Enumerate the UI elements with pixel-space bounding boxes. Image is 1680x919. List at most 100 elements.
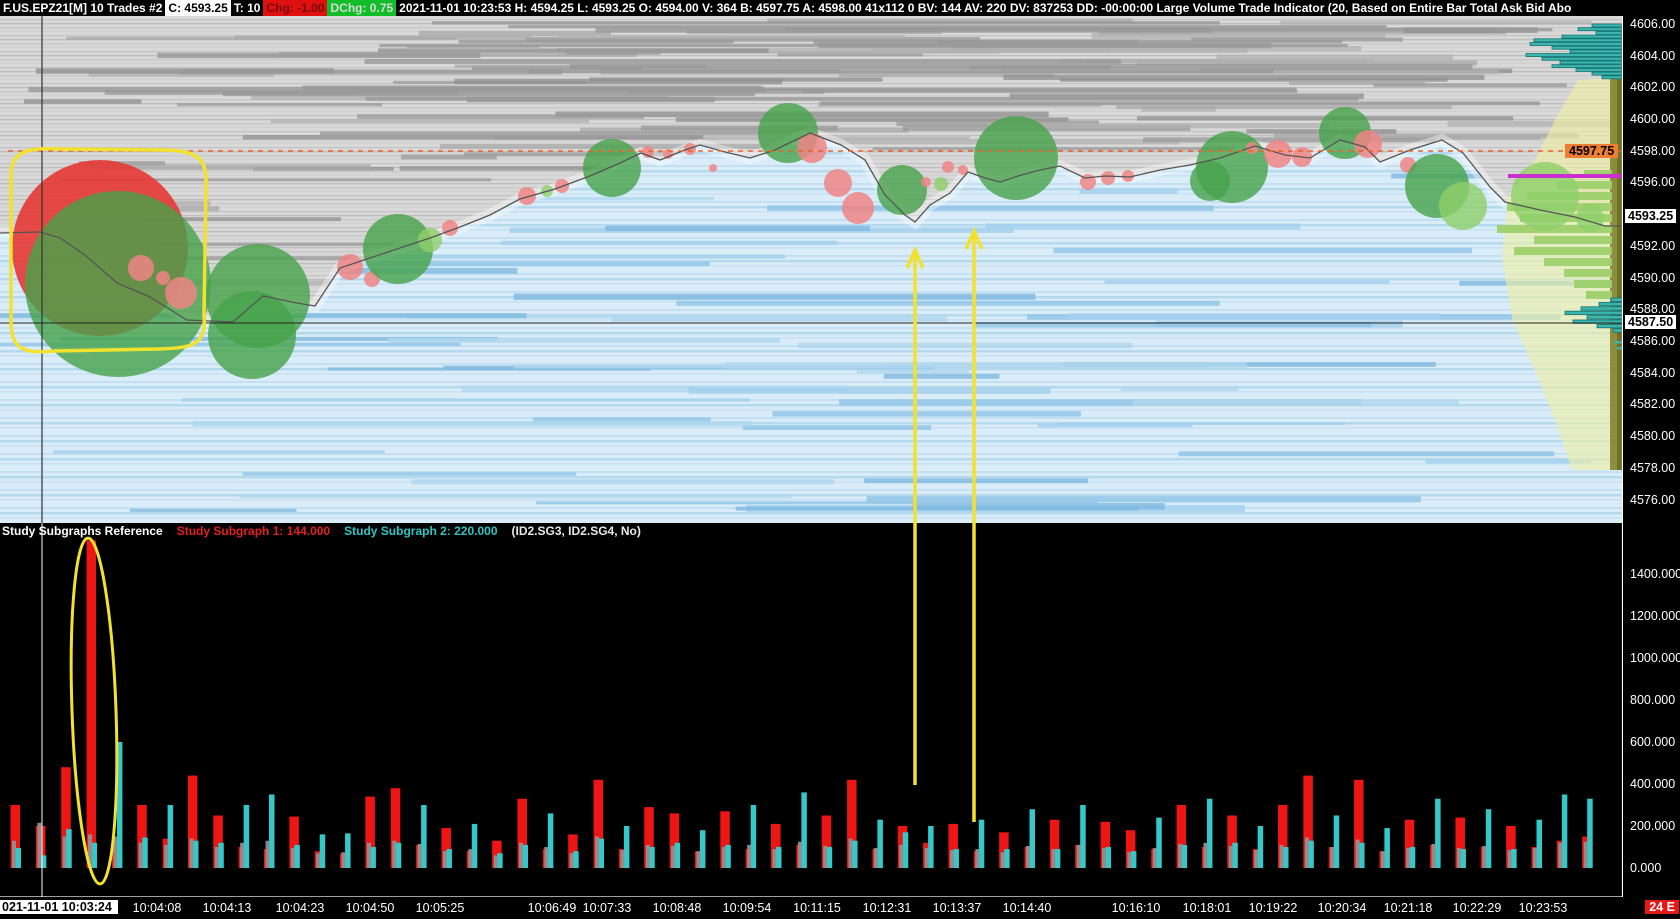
askvol-bar xyxy=(294,844,300,868)
volume-trade-bubble xyxy=(1511,162,1579,230)
vol-gray-bar xyxy=(1152,848,1157,868)
askvol-bar xyxy=(1384,828,1390,868)
vol-gray-bar xyxy=(316,853,321,868)
askvol-bar xyxy=(218,842,224,868)
volume-trade-bubble xyxy=(1354,130,1382,158)
volume-trade-bubble xyxy=(337,254,363,280)
askvol-bar xyxy=(243,805,250,868)
vol-gray-bar xyxy=(240,842,245,868)
time-axis-label: 10:18:01 xyxy=(1182,901,1232,915)
subgraph-axis-label: 600.000 xyxy=(1630,735,1676,749)
vol-gray-bar xyxy=(37,822,42,868)
vol-gray-bar xyxy=(12,840,16,868)
askvol-bar xyxy=(1587,798,1593,868)
chart-canvas[interactable] xyxy=(0,0,1680,919)
vol-gray-bar xyxy=(1406,848,1411,868)
vol-gray-bar xyxy=(1330,847,1335,868)
title-field: DChg: 0.75 xyxy=(327,0,397,16)
vol-gray-bar xyxy=(721,847,726,868)
title-field: T: 10 xyxy=(230,0,264,16)
volume-trade-bubble xyxy=(1264,140,1292,168)
price-axis[interactable]: 4606.00 4604.00 4602.00 4600.00 4598.00 4596.… xyxy=(1623,0,1680,919)
vol-gray-bar xyxy=(620,850,625,868)
vol-gray-bar xyxy=(899,844,904,868)
vol-gray-bar xyxy=(1279,844,1284,868)
askvol-bar xyxy=(522,844,528,868)
vol-gray-bar xyxy=(1533,848,1537,868)
askvol-bar xyxy=(1130,851,1137,868)
price-axis-label: 4580.00 xyxy=(1630,429,1676,443)
price-axis-label: 4576.00 xyxy=(1630,493,1676,507)
vol-gray-bar xyxy=(417,843,422,868)
askvol-bar xyxy=(1054,849,1061,868)
time-axis[interactable]: 021-11-01 10:03:24 10:04:08 10:04:13 10:04… xyxy=(0,897,1680,919)
askvol-bar xyxy=(471,823,478,868)
vol-gray-bar xyxy=(62,836,67,868)
vol-gray-bar xyxy=(1127,852,1132,868)
vol-gray-bar xyxy=(341,852,346,868)
askvol-bar xyxy=(497,853,503,868)
trading-chart-window: { "title_bar": { "fields": [ {"text": "F… xyxy=(0,0,1680,919)
bid-price-badge: 4597.75 xyxy=(1565,144,1619,158)
time-axis-label: 10:22:29 xyxy=(1452,901,1502,915)
askvol-bar xyxy=(66,829,72,868)
price-axis-label: 4592.00 xyxy=(1630,239,1676,253)
askvol-bar xyxy=(1232,842,1238,868)
askvol-bar xyxy=(978,819,985,868)
price-axis-label: 4606.00 xyxy=(1630,17,1676,31)
time-axis-label: 10:19:22 xyxy=(1248,901,1298,915)
askvol-bar xyxy=(269,794,275,868)
vol-gray-bar xyxy=(823,845,828,868)
vol-gray-bar xyxy=(1482,845,1487,868)
volume-trade-bubble xyxy=(1196,131,1268,203)
askvol-bar xyxy=(1561,794,1568,868)
askvol-bar xyxy=(192,840,199,868)
vol-gray-bar xyxy=(164,844,169,868)
price-axis-label: 4590.00 xyxy=(1630,271,1676,285)
price-axis-label: 4602.00 xyxy=(1630,80,1676,94)
subgraph-axis-label: 0.000 xyxy=(1630,861,1662,875)
askvol-bar xyxy=(1485,809,1492,868)
time-axis-label: 10:20:34 xyxy=(1317,901,1367,915)
askvol-bar xyxy=(142,837,148,868)
volume-trade-bubble xyxy=(877,165,927,215)
price-axis-label: 4604.00 xyxy=(1630,49,1676,63)
askvol-bar xyxy=(953,849,959,868)
askvol-bar xyxy=(1029,809,1035,868)
price-axis-label: 4584.00 xyxy=(1630,366,1676,380)
askvol-bar xyxy=(1181,844,1188,868)
price-axis-label: 4586.00 xyxy=(1630,334,1676,348)
crosshair-time-box: 021-11-01 10:03:24 xyxy=(0,900,118,914)
askvol-bar xyxy=(1511,849,1517,868)
askvol-bar xyxy=(421,805,427,868)
volume-trade-bubble xyxy=(1101,171,1115,185)
vol-gray-bar xyxy=(1431,843,1436,868)
time-axis-label: 10:08:48 xyxy=(652,901,702,915)
volume-trade-bubble xyxy=(418,228,442,252)
volume-trade-bubble xyxy=(518,187,536,205)
vol-gray-bar xyxy=(569,853,574,868)
askvol-bar xyxy=(877,819,883,868)
vol-gray-bar xyxy=(265,840,270,868)
askvol-bar xyxy=(1359,842,1365,868)
askvol-bar xyxy=(801,792,807,868)
volume-trade-bubble xyxy=(709,164,717,172)
vol-gray-bar xyxy=(595,836,600,868)
vol-gray-bar xyxy=(1507,850,1512,868)
subgraph-ids-label: (ID2.SG3, ID2.SG4, No) xyxy=(511,524,641,538)
volume-trade-bubble xyxy=(934,177,948,191)
askvol-bar xyxy=(1435,798,1441,868)
volume-trade-bubble xyxy=(974,116,1058,200)
time-axis-label: 10:04:50 xyxy=(345,901,395,915)
askvol-bar xyxy=(649,847,655,868)
vol-gray-bar xyxy=(493,855,498,868)
vol-gray-bar xyxy=(1380,851,1385,868)
volume-trade-bubble xyxy=(921,177,931,187)
vol-gray-bar xyxy=(848,838,853,868)
vol-gray-bar xyxy=(1026,845,1030,868)
askvol-bar xyxy=(1257,826,1264,868)
vol-gray-bar xyxy=(975,849,980,868)
askvol-bar xyxy=(573,851,579,868)
askvol-bar xyxy=(750,805,757,868)
vol-gray-bar xyxy=(214,847,219,868)
